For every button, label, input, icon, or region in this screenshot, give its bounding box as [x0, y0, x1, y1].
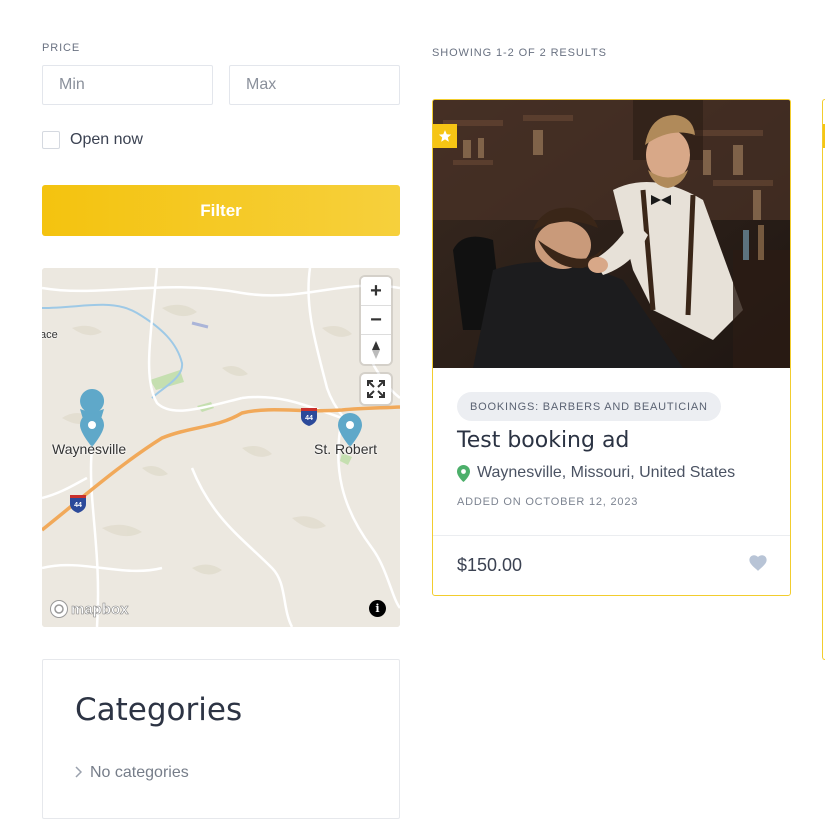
listing-added-date: ADDED ON OCTOBER 12, 2023	[457, 496, 639, 508]
listing-category-badge[interactable]: BOOKINGS: BARBERS AND BEAUTICIAN	[457, 392, 721, 421]
open-now-label: Open now	[70, 131, 143, 148]
open-now-checkbox[interactable]	[42, 131, 60, 149]
max-price-input[interactable]	[229, 65, 400, 105]
zoom-out-button[interactable]: −	[361, 306, 391, 335]
chevron-right-icon	[75, 765, 83, 781]
map-label-st-robert: St. Robert	[314, 441, 378, 457]
listing-card[interactable]: BOOKINGS: BARBERS AND BEAUTICIAN Test bo…	[432, 99, 791, 596]
min-price-input[interactable]	[42, 65, 213, 105]
categories-empty-text: No categories	[90, 764, 189, 781]
fullscreen-icon[interactable]	[361, 374, 391, 404]
info-icon[interactable]: i	[369, 600, 386, 617]
svg-text:44: 44	[305, 415, 313, 422]
star-icon	[433, 124, 457, 148]
mapbox-logo[interactable]: mapbox	[49, 599, 129, 619]
map-label-waynesville: Waynesville	[52, 441, 127, 457]
location-pin-icon	[457, 464, 470, 482]
open-now-toggle[interactable]: Open now	[42, 131, 143, 149]
compass-icon[interactable]	[361, 335, 391, 364]
map-zoom-controls: + −	[361, 277, 391, 364]
categories-title: Categories	[75, 692, 243, 728]
svg-text:44: 44	[74, 502, 82, 509]
categories-empty-item: No categories	[75, 764, 189, 782]
categories-widget: Categories No categories	[42, 659, 400, 819]
listing-price: $150.00	[457, 555, 523, 575]
zoom-in-button[interactable]: +	[361, 277, 391, 306]
listing-title[interactable]: Test booking ad	[457, 428, 629, 453]
filter-button[interactable]: Filter	[42, 185, 400, 236]
card-divider	[433, 535, 790, 536]
mapbox-wordmark: mapbox	[71, 600, 129, 618]
results-count: SHOWING 1-2 OF 2 RESULTS	[432, 47, 607, 59]
mapbox-logo-icon	[50, 600, 68, 618]
map-widget[interactable]: 44 44 Waynesville St. Robert ace + − map…	[42, 268, 400, 627]
listing-location: Waynesville, Missouri, United States	[457, 464, 735, 482]
listing-photo[interactable]	[433, 100, 790, 368]
listing-location-text: Waynesville, Missouri, United States	[477, 464, 736, 481]
map-label-edge: ace	[42, 329, 58, 341]
heart-icon[interactable]	[749, 555, 767, 571]
price-label: PRICE	[42, 42, 81, 54]
